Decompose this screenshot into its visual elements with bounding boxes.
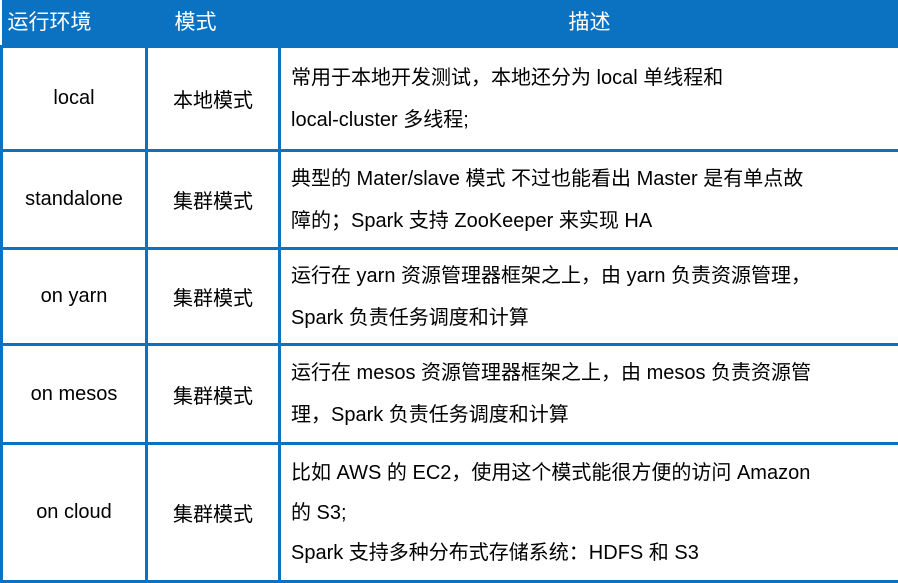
cell-description: 比如 AWS 的 EC2，使用这个模式能很方便的访问 Amazon 的 S3; … <box>280 444 898 582</box>
table-row: on cloud 集群模式 比如 AWS 的 EC2，使用这个模式能很方便的访问… <box>2 444 898 582</box>
header-row: 运行环境 模式 描述 <box>2 0 898 47</box>
cell-environment: local <box>2 47 147 151</box>
description-line: 障的；Spark 支持 ZooKeeper 来实现 HA <box>291 200 890 242</box>
column-header-environment: 运行环境 <box>2 0 147 47</box>
description-line: Spark 负责任务调度和计算 <box>291 297 890 339</box>
column-header-description: 描述 <box>280 0 898 47</box>
spark-deploy-modes-table: 运行环境 模式 描述 local 本地模式 常用于本地开发测试，本地还分为 lo… <box>0 0 898 583</box>
table-row: local 本地模式 常用于本地开发测试，本地还分为 local 单线程和 lo… <box>2 47 898 151</box>
description-line: 理，Spark 负责任务调度和计算 <box>291 394 890 436</box>
cell-environment: on mesos <box>2 345 147 444</box>
cell-mode: 集群模式 <box>147 444 280 582</box>
description-line: 的 S3; <box>291 493 890 533</box>
column-header-mode: 模式 <box>147 0 280 47</box>
table-header: 运行环境 模式 描述 <box>2 0 898 47</box>
cell-mode: 本地模式 <box>147 47 280 151</box>
cell-mode: 集群模式 <box>147 151 280 249</box>
description-line: 常用于本地开发测试，本地还分为 local 单线程和 <box>291 57 890 99</box>
description-line: Spark 支持多种分布式存储系统：HDFS 和 S3 <box>291 533 890 573</box>
cell-mode: 集群模式 <box>147 345 280 444</box>
spark-deploy-modes-table-container: 运行环境 模式 描述 local 本地模式 常用于本地开发测试，本地还分为 lo… <box>0 0 898 525</box>
cell-description: 运行在 mesos 资源管理器框架之上，由 mesos 负责资源管 理，Spar… <box>280 345 898 444</box>
cell-mode: 集群模式 <box>147 249 280 345</box>
description-line: 典型的 Mater/slave 模式 不过也能看出 Master 是有单点故 <box>291 158 890 200</box>
description-line: 运行在 mesos 资源管理器框架之上，由 mesos 负责资源管 <box>291 352 890 394</box>
cell-description: 运行在 yarn 资源管理器框架之上，由 yarn 负责资源管理， Spark … <box>280 249 898 345</box>
description-line: 比如 AWS 的 EC2，使用这个模式能很方便的访问 Amazon <box>291 453 890 493</box>
cell-environment: on cloud <box>2 444 147 582</box>
table-body: local 本地模式 常用于本地开发测试，本地还分为 local 单线程和 lo… <box>2 47 898 582</box>
cell-environment: on yarn <box>2 249 147 345</box>
description-line: local-cluster 多线程; <box>291 99 890 141</box>
cell-environment: standalone <box>2 151 147 249</box>
table-row: standalone 集群模式 典型的 Mater/slave 模式 不过也能看… <box>2 151 898 249</box>
table-row: on mesos 集群模式 运行在 mesos 资源管理器框架之上，由 meso… <box>2 345 898 444</box>
cell-description: 常用于本地开发测试，本地还分为 local 单线程和 local-cluster… <box>280 47 898 151</box>
description-line: 运行在 yarn 资源管理器框架之上，由 yarn 负责资源管理， <box>291 255 890 297</box>
cell-description: 典型的 Mater/slave 模式 不过也能看出 Master 是有单点故 障… <box>280 151 898 249</box>
table-row: on yarn 集群模式 运行在 yarn 资源管理器框架之上，由 yarn 负… <box>2 249 898 345</box>
